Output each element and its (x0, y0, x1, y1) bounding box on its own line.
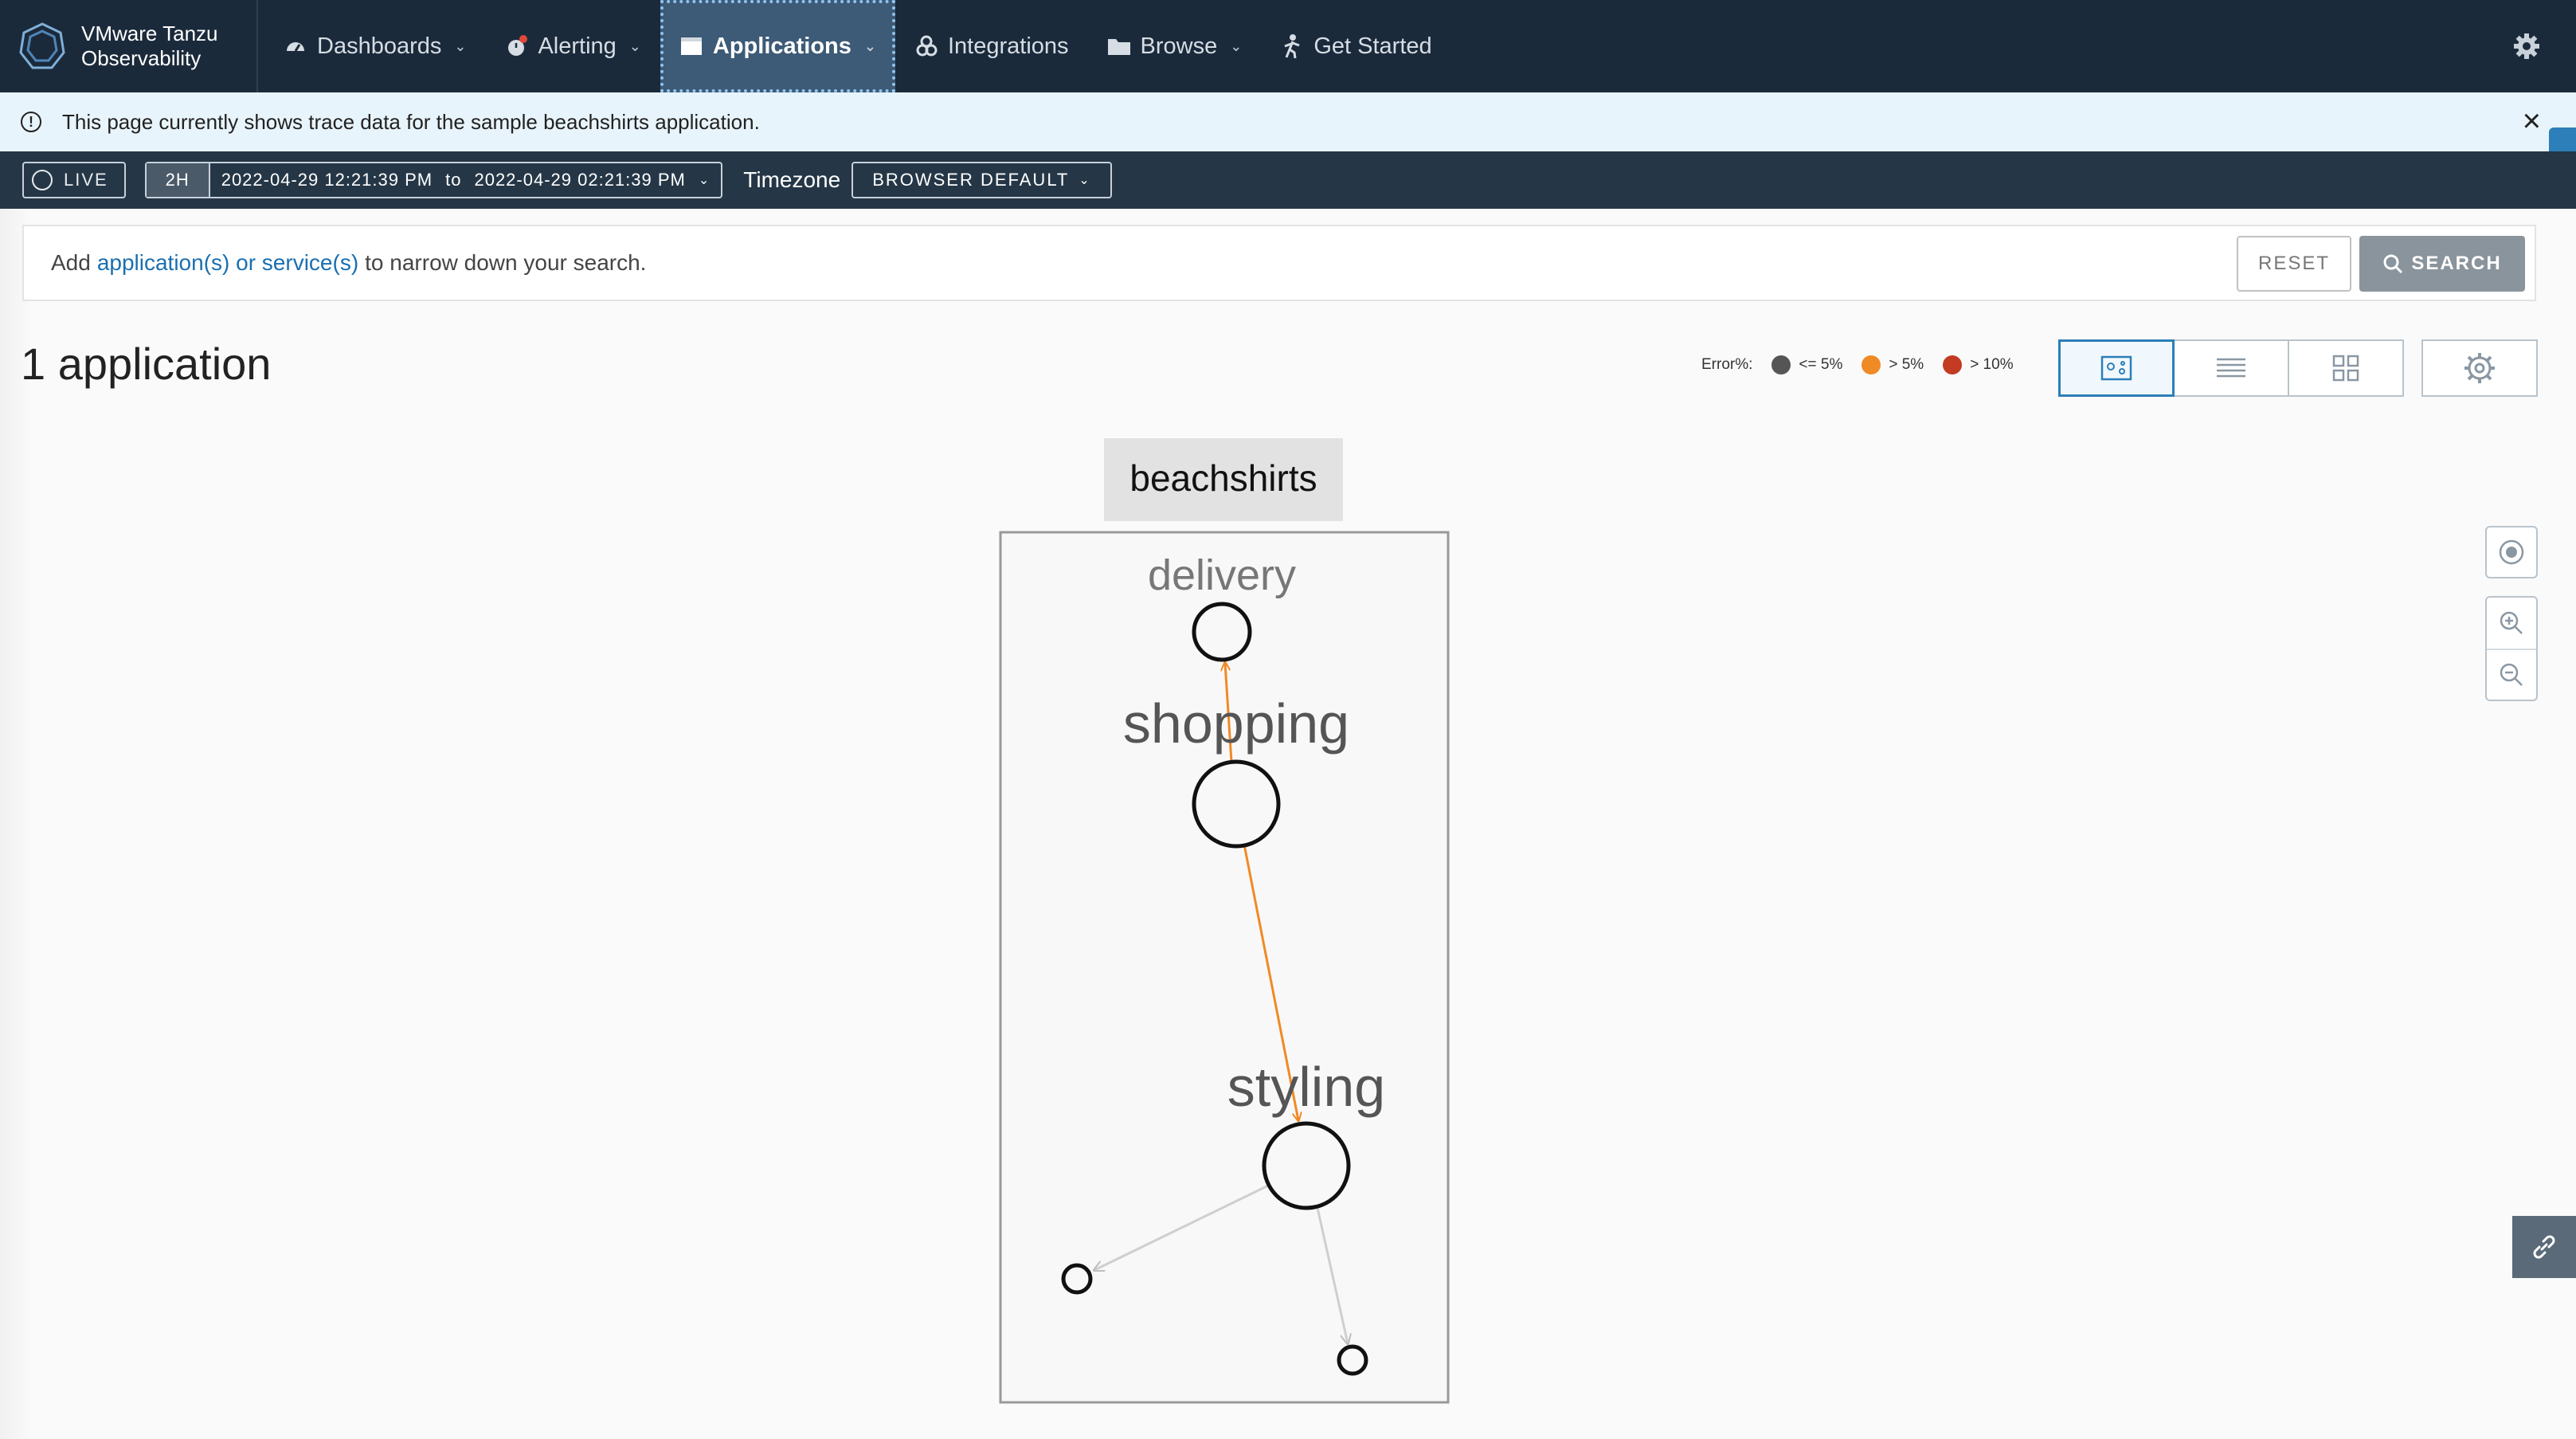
time-range-picker[interactable]: 2H 2022-04-29 12:21:39 PM to 2022-04-29 … (144, 162, 723, 198)
application-label: beachshirts (1129, 457, 1317, 499)
alarm-clock-icon (504, 34, 528, 58)
chevron-down-icon: ⌄ (628, 37, 641, 54)
search-suffix: to narrow down your search. (365, 250, 647, 275)
nav-integrations-label: Integrations (948, 33, 1069, 59)
info-icon: ! (21, 112, 41, 132)
link-icon (2533, 1235, 2555, 1259)
nav-get-started-label: Get Started (1313, 33, 1432, 59)
nav-applications-label: Applications (712, 33, 851, 59)
grid-view-button[interactable] (2288, 339, 2404, 397)
brand-line-1: VMware Tanzu (81, 22, 218, 45)
reset-button[interactable]: RESET (2237, 236, 2351, 292)
start-time: 2022-04-29 12:21:39 PM (221, 170, 433, 190)
legend-label: > 10% (1970, 356, 2014, 373)
timezone-select[interactable]: BROWSER DEFAULT ⌄ (851, 162, 1112, 198)
to-label: to (445, 170, 462, 190)
grid-view-icon (2332, 355, 2359, 382)
error-legend: Error%: <= 5% > 5% > 10% (1701, 355, 2014, 374)
zoom-in-icon (2500, 611, 2523, 634)
gear-icon[interactable] (2509, 29, 2544, 64)
zoom-out-icon (2500, 663, 2523, 686)
map-view-button[interactable] (2058, 339, 2175, 397)
gear-icon (2464, 353, 2495, 383)
legend-label: > 5% (1889, 356, 1924, 373)
legend-title: Error%: (1701, 356, 1753, 373)
integrations-icon (914, 34, 938, 58)
end-time: 2022-04-29 02:21:39 PM (474, 170, 686, 190)
live-toggle-button[interactable]: LIVE (22, 162, 126, 198)
legend-item: > 10% (1943, 355, 2014, 374)
list-view-icon (2217, 358, 2245, 378)
search-input[interactable]: Add application(s) or service(s) to narr… (22, 225, 2536, 301)
close-icon[interactable]: × (2523, 105, 2541, 137)
nav-integrations[interactable]: Integrations (895, 0, 1088, 92)
zoom-in-button[interactable] (2487, 598, 2536, 649)
duration-label: 2H (165, 170, 190, 190)
service-label-styling: styling (1227, 1056, 1385, 1118)
nav-applications[interactable]: Applications ⌄ (660, 0, 895, 92)
person-walking-icon (1280, 34, 1304, 59)
legend-label: <= 5% (1799, 356, 1843, 373)
service-map[interactable]: beachshirts delivery shopping styling (0, 414, 2576, 1439)
legend-dot (1862, 355, 1881, 374)
chevron-down-icon: ⌄ (1230, 37, 1243, 54)
brand-name: VMware Tanzu Observability (81, 22, 218, 71)
timezone-value: BROWSER DEFAULT (872, 170, 1070, 190)
graph-settings-button[interactable] (2421, 339, 2538, 397)
service-label-shopping: shopping (1123, 692, 1349, 755)
zoom-controls (2485, 596, 2538, 701)
time-bar: LIVE 2H 2022-04-29 12:21:39 PM to 2022-0… (0, 151, 2576, 209)
chevron-down-icon: ⌄ (1079, 174, 1091, 187)
share-link-button[interactable] (2512, 1216, 2576, 1278)
tanzu-logo-icon (19, 22, 65, 69)
chevron-down-icon: ⌄ (454, 37, 467, 54)
duration-button[interactable]: 2H (146, 163, 210, 197)
map-view-icon (2100, 355, 2132, 381)
nav-browse[interactable]: Browse ⌄ (1088, 0, 1262, 92)
results-count-title: 1 application (21, 339, 272, 389)
recenter-icon (2499, 539, 2524, 565)
service-label-delivery: delivery (1148, 551, 1296, 599)
legend-item: <= 5% (1771, 355, 1842, 374)
nav-dashboards-label: Dashboards (317, 33, 442, 59)
window-icon (679, 34, 703, 58)
chevron-down-icon: ⌄ (863, 37, 876, 54)
info-banner: ! This page currently shows trace data f… (0, 92, 2576, 151)
live-label: LIVE (64, 170, 108, 190)
recenter-button[interactable] (2485, 526, 2538, 578)
reset-label: RESET (2257, 253, 2330, 274)
brand-line-2: Observability (81, 46, 202, 70)
nav-browse-label: Browse (1140, 33, 1218, 59)
nav-alerting[interactable]: Alerting ⌄ (485, 0, 660, 92)
top-nav: VMware Tanzu Observability Dashboards ⌄ … (0, 0, 2576, 92)
legend-item: > 5% (1862, 355, 1924, 374)
folder-icon (1107, 34, 1131, 58)
search-button[interactable]: SEARCH (2359, 236, 2525, 292)
add-filter-link[interactable]: application(s) or service(s) (97, 250, 358, 276)
nav-dashboards[interactable]: Dashboards ⌄ (264, 0, 485, 92)
banner-text: This page currently shows trace data for… (62, 109, 760, 134)
nav-get-started[interactable]: Get Started (1261, 0, 1450, 92)
nav-alerting-label: Alerting (538, 33, 617, 59)
date-range[interactable]: 2022-04-29 12:21:39 PM to 2022-04-29 02:… (210, 170, 722, 190)
search-icon (2383, 254, 2403, 274)
view-mode-toggle (2058, 339, 2404, 397)
legend-dot (1771, 355, 1791, 374)
dashboard-gauge-icon (284, 34, 307, 58)
search-prefix: Add (51, 250, 91, 275)
list-view-button[interactable] (2173, 339, 2289, 397)
timezone-label: Timezone (743, 167, 841, 192)
search-label: SEARCH (2411, 253, 2502, 274)
zoom-out-button[interactable] (2487, 649, 2536, 700)
brand[interactable]: VMware Tanzu Observability (0, 0, 258, 92)
live-circle-icon (32, 170, 53, 190)
legend-dot (1943, 355, 1963, 374)
chevron-down-icon: ⌄ (698, 174, 711, 187)
